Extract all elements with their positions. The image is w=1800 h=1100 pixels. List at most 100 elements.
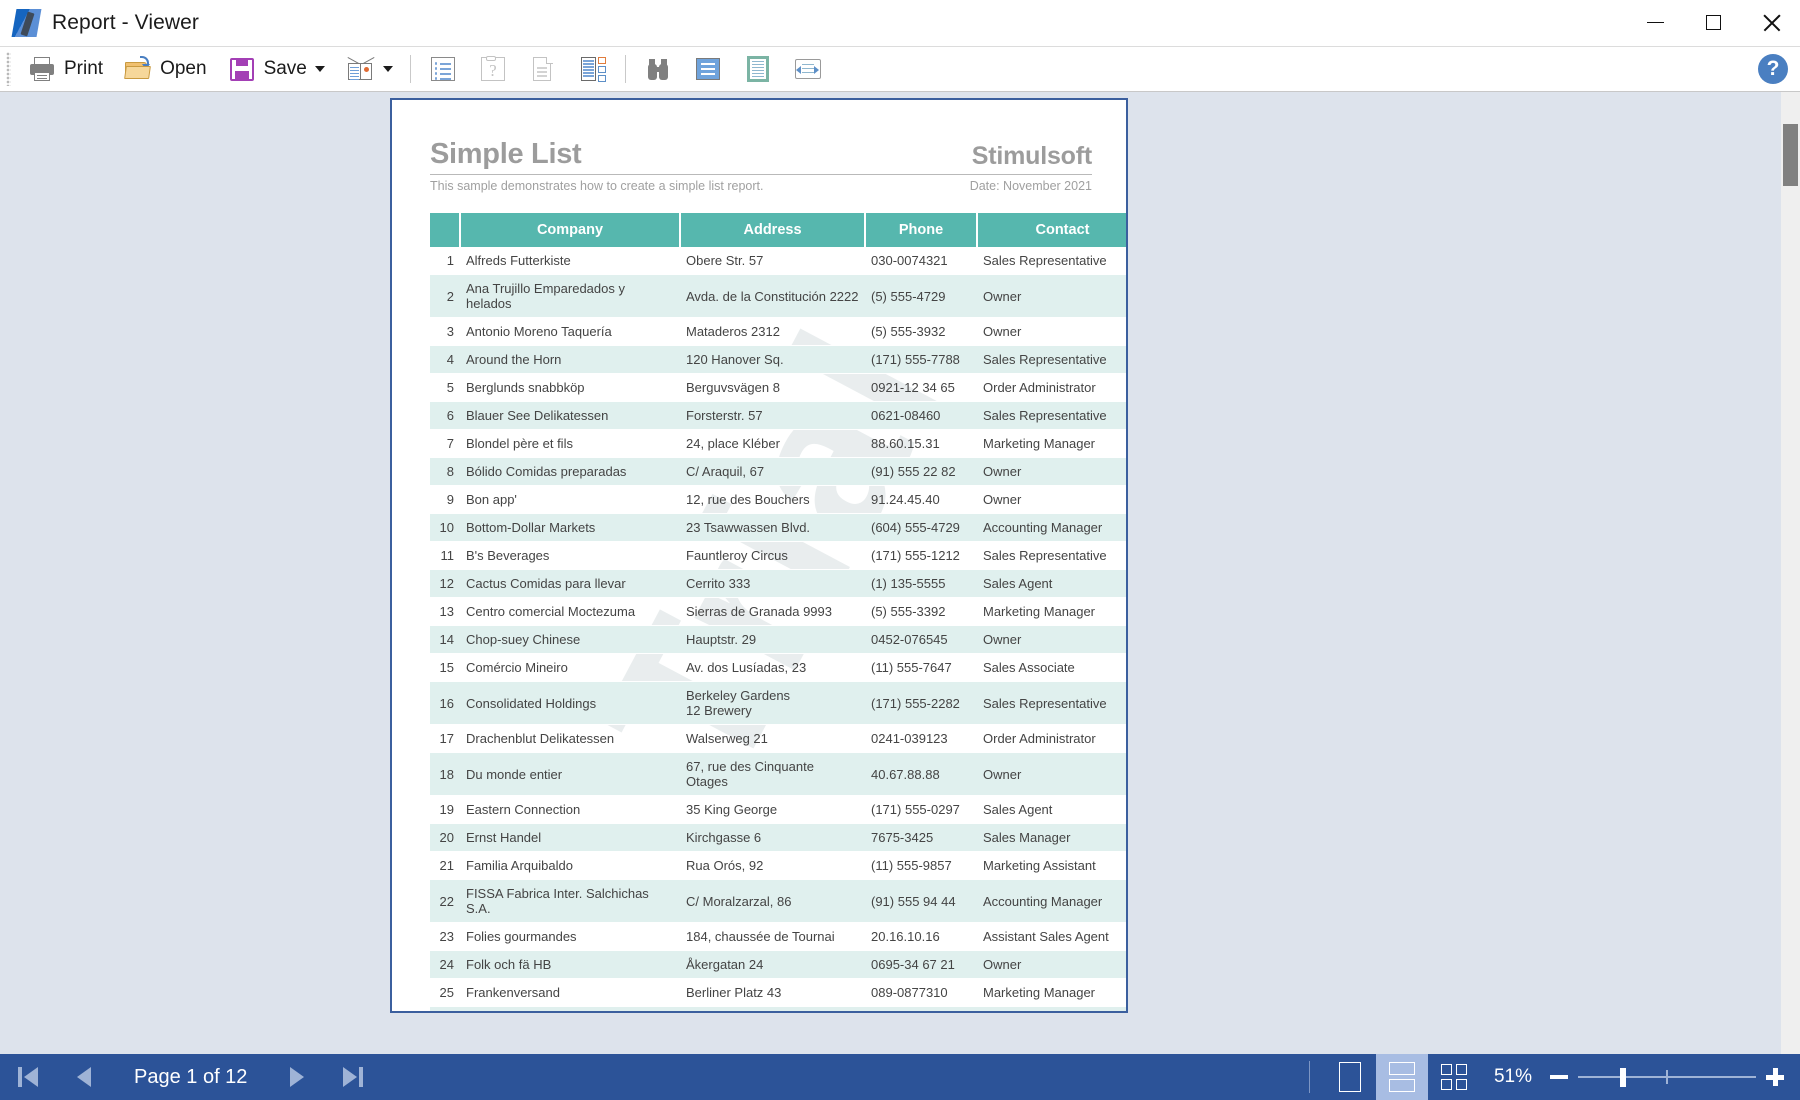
table-cell-address: Cerrito 333 (680, 569, 865, 598)
close-icon (1762, 13, 1781, 32)
table-cell-contact: Accounting Manager (977, 879, 1126, 923)
table-cell-phone: 0241-039123 (865, 724, 977, 753)
page-width-view-button[interactable] (733, 49, 783, 89)
table-cell-company: Consolidated Holdings (460, 681, 680, 725)
table-cell-num: 14 (430, 625, 460, 654)
thumbnails-icon (578, 54, 608, 84)
zoom-slider[interactable] (1578, 1067, 1756, 1087)
first-page-icon (18, 1067, 38, 1087)
table-cell-address: 35 King George (680, 795, 865, 824)
table-cell-contact: Sales Representative (977, 247, 1126, 275)
report-date: Date: November 2021 (969, 179, 1092, 193)
thumbnails-button[interactable] (568, 49, 618, 89)
column-header-company: Company (460, 213, 681, 247)
view-continuous-button[interactable] (1375, 1054, 1428, 1100)
table-body: 1 Alfreds Futterkiste Obere Str. 57 030-007… (430, 247, 1126, 1011)
bookmarks-icon (428, 54, 458, 84)
printer-icon (27, 54, 57, 84)
column-header-address: Address (680, 213, 866, 247)
fit-width-button[interactable] (783, 49, 833, 89)
report-table: Company Address Phone Contact 1 Alfreds F… (430, 213, 1126, 1011)
first-page-button[interactable] (0, 1054, 56, 1100)
table-cell-phone: 0452-076545 (865, 625, 977, 654)
table-cell-num: 18 (430, 752, 460, 796)
report-content: Simple List Stimulsoft This sample demon… (430, 138, 1126, 1011)
multiple-pages-icon (1440, 1064, 1467, 1090)
table-cell-contact: Order Administrator (977, 373, 1126, 402)
table-cell-company: Comércio Mineiro (460, 653, 680, 682)
table-cell-contact: Owner (977, 274, 1126, 318)
toolbar-separator (409, 55, 411, 83)
table-cell-num: 22 (430, 879, 460, 923)
toolbar-grip[interactable] (6, 52, 11, 86)
column-header-index (430, 213, 461, 247)
zoom-slider-midtick (1666, 1070, 1668, 1084)
table-row: 17 Drachenblut Delikatessen Walserweg 21 02… (430, 724, 1126, 753)
zoom-slider-handle[interactable] (1620, 1068, 1626, 1087)
save-button[interactable]: Save (217, 49, 335, 89)
table-cell-contact: Sales Representative (977, 681, 1126, 725)
table-cell-contact: Marketing Manager (977, 429, 1126, 458)
table-row: 2 Ana Trujillo Emparedados y helados Avda.… (430, 274, 1126, 318)
table-cell-num: 19 (430, 795, 460, 824)
vertical-scrollbar[interactable] (1781, 92, 1800, 1054)
zoom-in-button[interactable] (1766, 1068, 1784, 1086)
table-cell-company: Folies gourmandes (460, 922, 680, 951)
find-button[interactable] (633, 49, 683, 89)
table-cell-address: C/ Araquil, 67 (680, 457, 865, 486)
scrollbar-thumb[interactable] (1783, 124, 1798, 186)
open-button[interactable]: Open (113, 49, 216, 89)
next-page-button[interactable] (269, 1054, 325, 1100)
table-cell-num: 5 (430, 373, 460, 402)
table-row: 15 Comércio Mineiro Av. dos Lusíadas, 23 (1… (430, 653, 1126, 682)
previous-page-button[interactable] (56, 1054, 112, 1100)
status-bar: Page 1 of 12 51% (0, 1054, 1800, 1100)
table-cell-contact: Sales Associate (977, 653, 1126, 682)
table-cell-company: Ana Trujillo Emparedados y helados (460, 274, 680, 318)
table-cell-phone: (11) 555-7647 (865, 653, 977, 682)
help-button[interactable]: ? (1758, 54, 1788, 84)
report-subtitle: This sample demonstrates how to create a… (430, 179, 764, 193)
page-setup-button[interactable] (335, 49, 403, 89)
table-row: 25 Frankenversand Berliner Platz 43 089-087… (430, 978, 1126, 1007)
table-cell-num: 16 (430, 681, 460, 725)
table-cell-address: Fauntleroy Circus (680, 541, 865, 570)
table-cell-num: 24 (430, 950, 460, 979)
table-row: 9 Bon app' 12, rue des Bouchers 91.24.45.40… (430, 485, 1126, 514)
table-cell-company: Ernst Handel (460, 823, 680, 852)
zoom-level: 51% (1493, 1066, 1532, 1087)
table-cell-company: Alfreds Futterkiste (460, 247, 680, 275)
view-multiple-pages-button[interactable] (1428, 1054, 1480, 1100)
table-cell-company: Folk och fä HB (460, 950, 680, 979)
zoom-out-button[interactable] (1550, 1074, 1568, 1080)
view-single-page-button[interactable] (1324, 1054, 1376, 1100)
page-button[interactable] (518, 49, 568, 89)
print-button[interactable]: Print (17, 49, 113, 89)
table-cell-phone: 40.32.21.21 (865, 1006, 977, 1011)
table-cell-company: Berglunds snabbköp (460, 373, 680, 402)
full-page-view-button[interactable] (683, 49, 733, 89)
table-row: 14 Chop-suey Chinese Hauptstr. 29 0452-0765… (430, 625, 1126, 654)
maximize-button[interactable] (1684, 0, 1742, 46)
table-cell-address: C/ Moralzarzal, 86 (680, 879, 865, 923)
table-row: 16 Consolidated Holdings Berkeley Gardens 1… (430, 681, 1126, 725)
close-button[interactable] (1742, 0, 1800, 46)
fit-width-icon (793, 54, 823, 84)
table-row: 23 Folies gourmandes 184, chaussée de Tour… (430, 922, 1126, 951)
table-cell-company: B's Beverages (460, 541, 680, 570)
table-cell-num: 20 (430, 823, 460, 852)
table-row: 7 Blondel père et fils 24, place Kléber 88.… (430, 429, 1126, 458)
table-row: 1 Alfreds Futterkiste Obere Str. 57 030-007… (430, 247, 1126, 275)
table-cell-num: 2 (430, 274, 460, 318)
minimize-button[interactable] (1626, 0, 1684, 46)
table-cell-contact: Owner (977, 317, 1126, 346)
table-cell-phone: 0621-08460 (865, 401, 977, 430)
parameters-button[interactable]: ? (468, 49, 518, 89)
table-cell-phone: (5) 555-4729 (865, 274, 977, 318)
chevron-down-icon (314, 66, 325, 72)
table-cell-company: Antonio Moreno Taquería (460, 317, 680, 346)
table-cell-contact: Marketing Manager (977, 1006, 1126, 1011)
bookmarks-button[interactable] (418, 49, 468, 89)
table-cell-company: Bon app' (460, 485, 680, 514)
last-page-button[interactable] (325, 1054, 381, 1100)
